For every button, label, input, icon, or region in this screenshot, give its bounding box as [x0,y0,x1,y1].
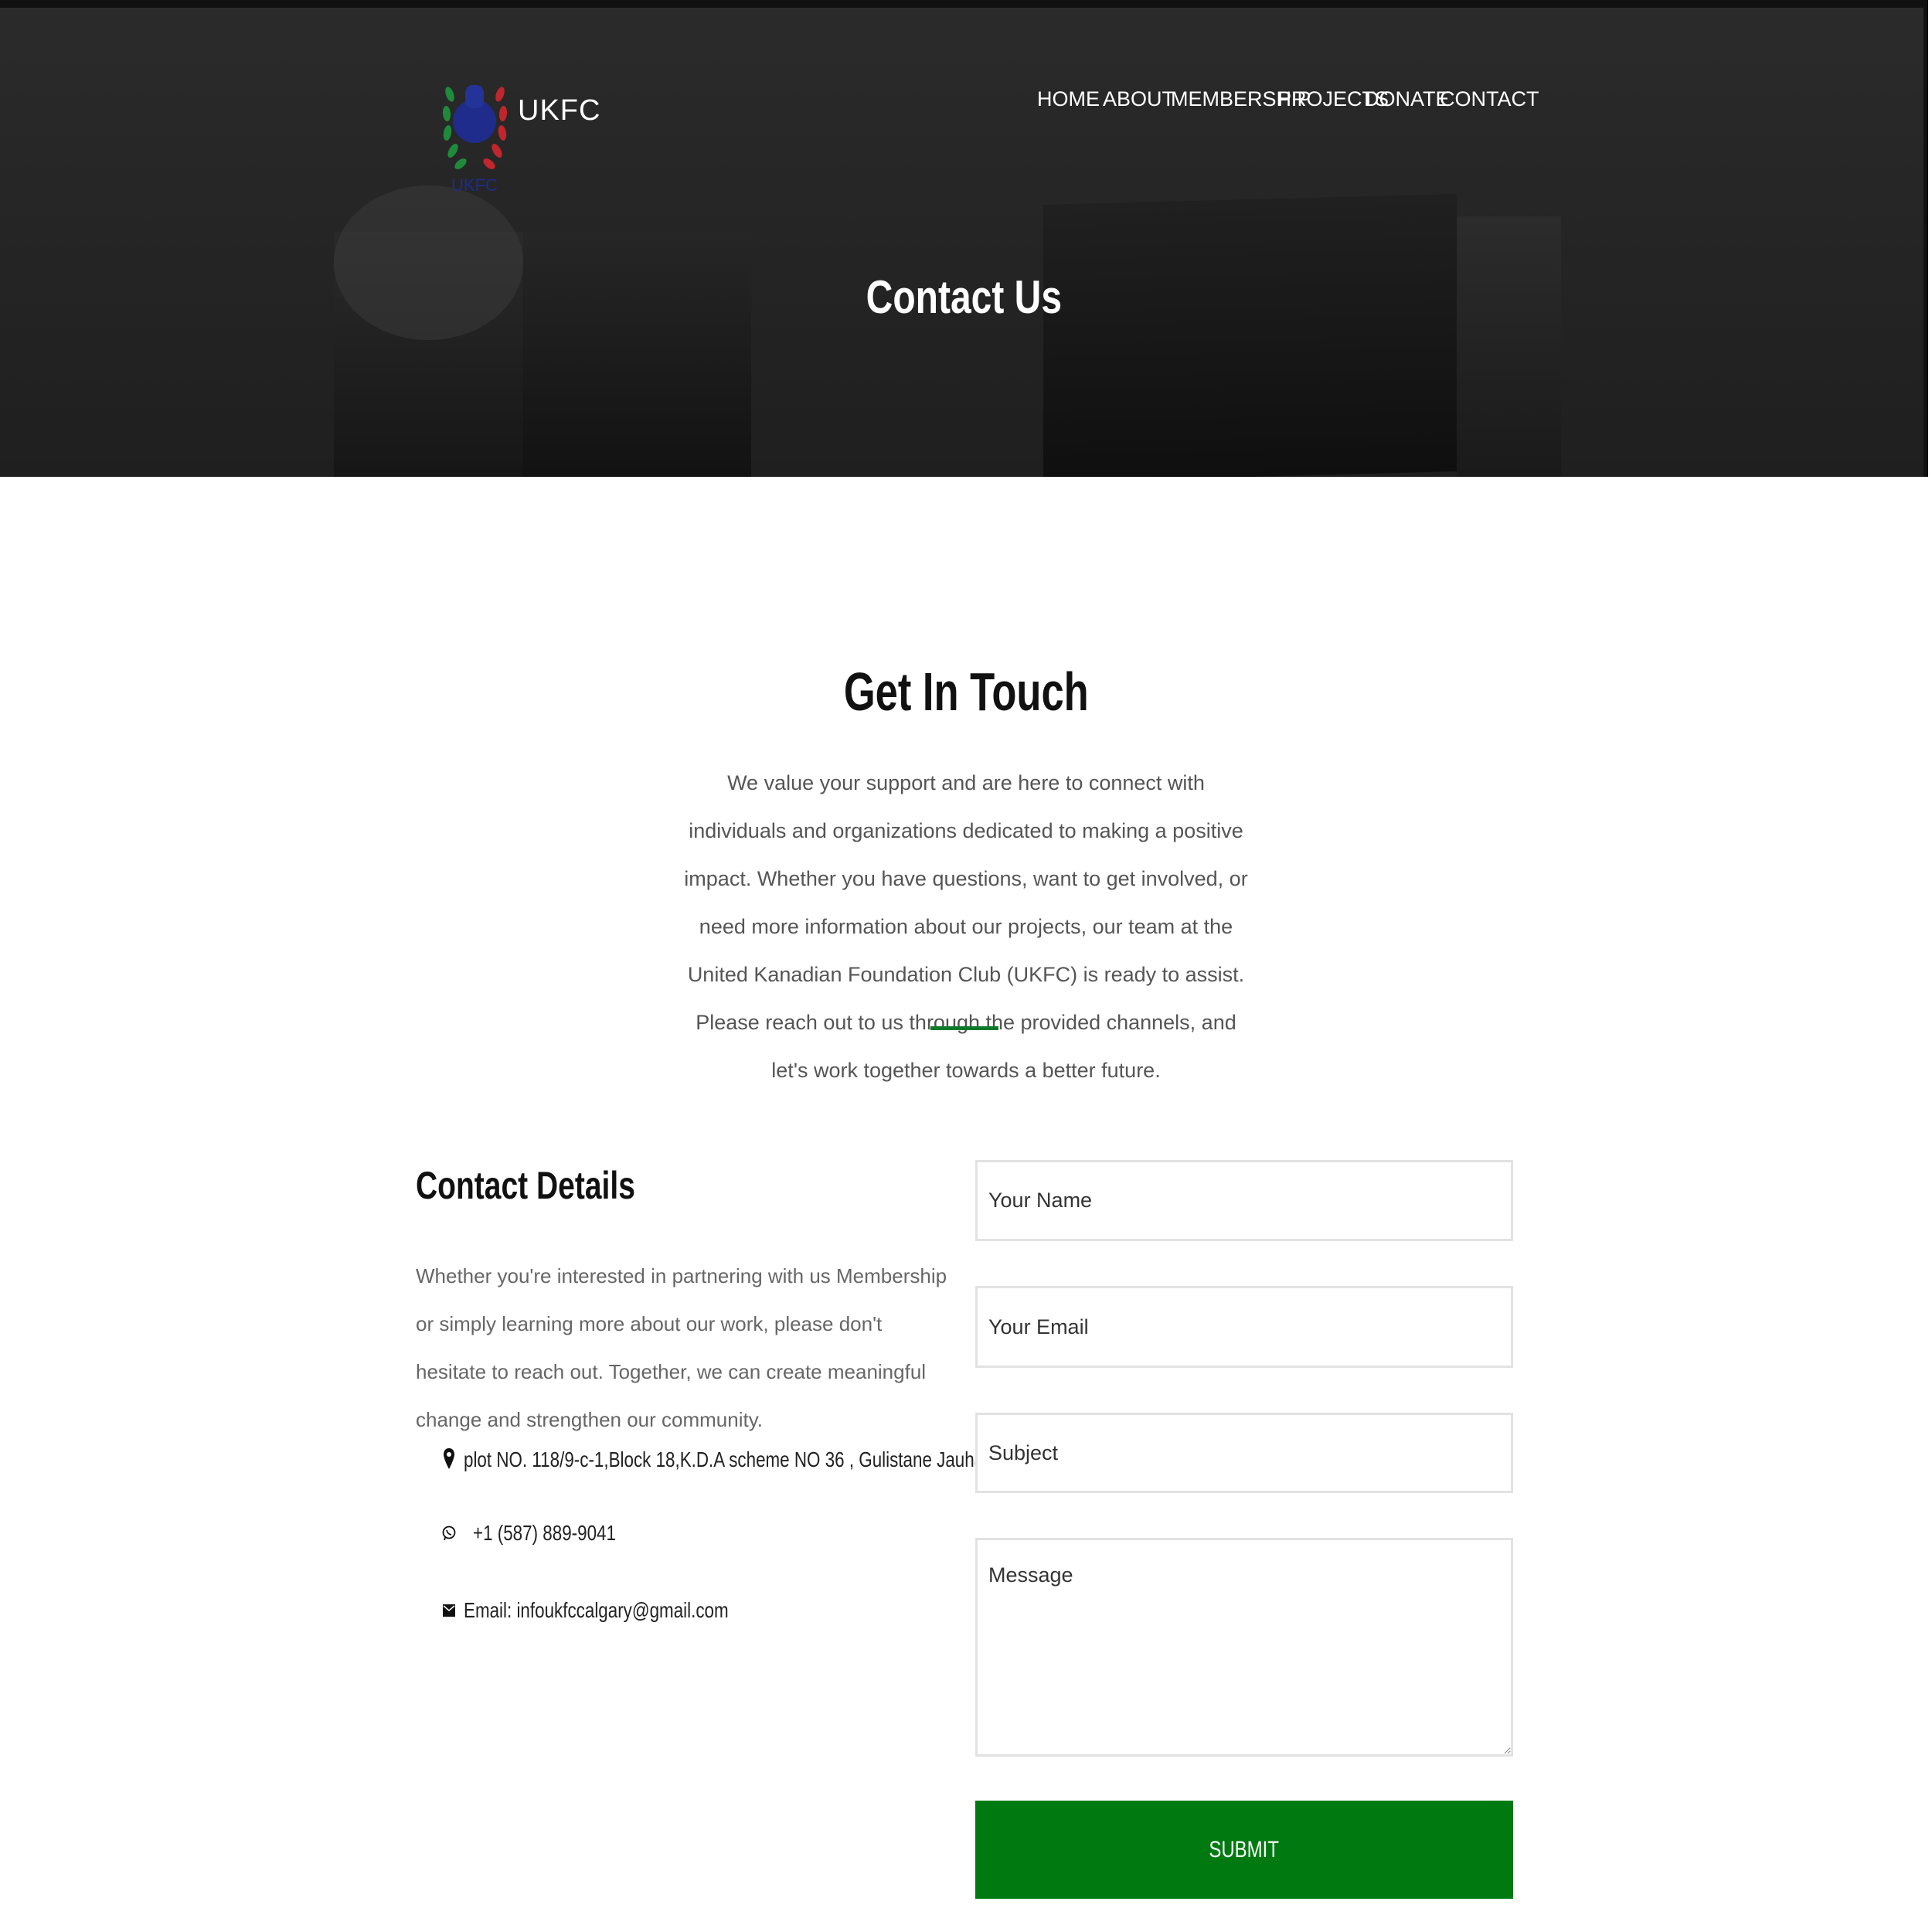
ukfc-logo-icon[interactable]: UKFC [442,48,508,199]
svg-text:UKFC: UKFC [451,175,498,195]
hero-background-board [334,185,523,477]
brand-name[interactable]: UKFC [518,94,600,128]
submit-button-label: SUBMIT [1209,1836,1280,1862]
contact-phone[interactable]: +1 (587) 889-9041 [442,1521,651,1546]
get-in-touch-description: We value your support and are here to co… [684,771,1248,1082]
map-marker-icon [442,1447,456,1472]
email-input[interactable] [975,1286,1513,1368]
hero-right-edge [1923,0,1928,477]
name-input[interactable] [975,1160,1513,1241]
section-divider [930,1026,998,1030]
contact-details-heading: Contact Details [416,1163,697,1208]
nav-home[interactable]: HOME [1037,87,1100,111]
hero-background-board [523,232,751,477]
contact-email[interactable]: Email: infoukfccalgary@gmail.com [442,1598,794,1623]
envelope-icon [442,1598,456,1623]
contact-email-text[interactable]: Email: infoukfccalgary@gmail.com [464,1598,729,1623]
subject-input[interactable] [975,1413,1513,1493]
hero-banner: UKFC UKFC HOME ABOUT MEMBERSHIP PROJECTS… [0,0,1928,477]
whatsapp-icon [442,1521,456,1546]
page-title: Contact Us [0,270,1928,324]
hero-top-strip [0,0,1928,8]
page-title-text: Contact Us [866,271,1063,323]
hero-background-board [1043,193,1457,477]
get-in-touch-heading: Get In Touch [0,661,1932,723]
contact-address-text: plot NO. 118/9-c-1,Block 18,K.D.A scheme… [464,1447,1057,1471]
nav-about[interactable]: ABOUT [1103,87,1175,111]
submit-button[interactable]: SUBMIT [975,1801,1513,1899]
contact-phone-text[interactable]: +1 (587) 889-9041 [473,1521,616,1546]
hero-background-board [1457,216,1561,477]
contact-details-description: Whether you're interested in partnering … [416,1264,947,1431]
main-navigation: HOME ABOUT MEMBERSHIP PROJECTS DONATE CO… [1028,87,1539,118]
message-textarea[interactable] [975,1538,1513,1757]
contact-details-heading-text: Contact Details [416,1164,635,1207]
nav-contact[interactable]: CONTACT [1440,87,1539,111]
get-in-touch-heading-text: Get In Touch [843,662,1089,722]
nav-donate[interactable]: DONATE [1364,87,1450,111]
